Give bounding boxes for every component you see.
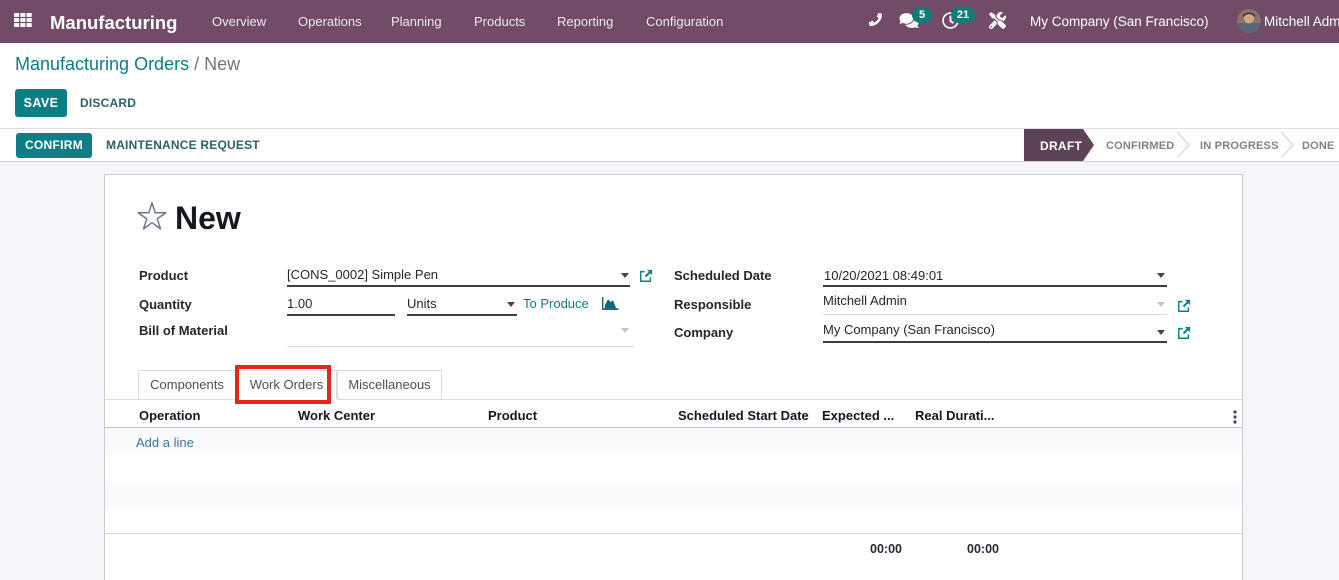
svg-text:DRAFT: DRAFT — [1040, 139, 1083, 153]
